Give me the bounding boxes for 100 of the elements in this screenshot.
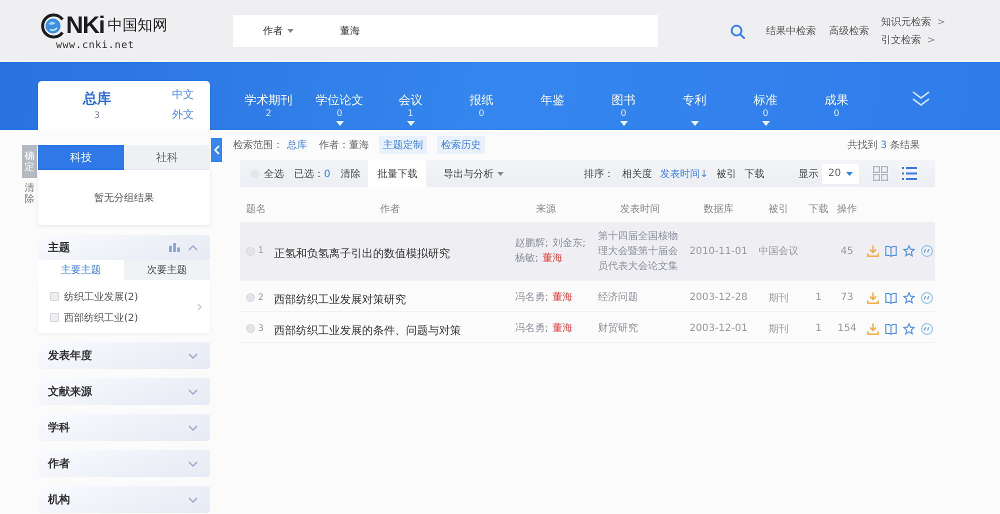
total-library-tab[interactable]: 总库 3: [38, 81, 156, 130]
publish-date: 2010-11-01: [689, 246, 748, 256]
header-link[interactable]: 高级检索: [829, 24, 869, 38]
title-link[interactable]: 西部纺织工业发展的条件、问题与对策: [274, 324, 461, 337]
scope-link[interactable]: 主题定制: [379, 136, 427, 154]
column-header: 被引: [768, 202, 790, 216]
search-input[interactable]: 董海: [338, 15, 658, 47]
facet-header[interactable]: 发表年度: [38, 342, 210, 369]
title-link[interactable]: 西部纺织工业发展对策研究: [274, 293, 406, 306]
author-link[interactable]: 董海: [552, 323, 572, 334]
quote-icon[interactable]: [921, 245, 933, 257]
facet-subtab[interactable]: 主要主题: [38, 260, 124, 280]
checkbox-icon[interactable]: [50, 313, 59, 322]
star-icon[interactable]: [903, 322, 915, 334]
result-row[interactable]: 1 正氢和负氢离子引出的数值模拟研究 赵鹏辉; 刘金东; 杨敏; 董海 第十四届全国核物理大会暨第十届会员代表大会论文集 2010-11-01 中国会议 45: [240, 222, 935, 281]
clear-button[interactable]: 清除: [22, 178, 37, 210]
header-link[interactable]: 结果中检索: [766, 24, 816, 38]
double-chevron-down-icon[interactable]: [912, 91, 930, 107]
toolbar-button[interactable]: 批量下载: [368, 160, 426, 187]
database-tab[interactable]: 会议 1: [375, 62, 446, 130]
checkbox-icon[interactable]: [50, 292, 59, 301]
grid-view-icon[interactable]: [873, 166, 888, 181]
group-tab[interactable]: 科技: [38, 145, 124, 170]
row-checkbox-icon[interactable]: [246, 324, 255, 333]
author-link[interactable]: 冯名勇;: [515, 323, 548, 334]
column-header: 下载: [808, 202, 830, 216]
author-link[interactable]: 杨敏;: [515, 253, 538, 264]
clear-link[interactable]: 清除: [340, 166, 360, 180]
caret-icon: [846, 172, 853, 176]
source-link[interactable]: 第十四届全国核物理大会暨第十届会员代表大会论文集: [598, 228, 685, 274]
database-tab[interactable]: 图书 0: [588, 62, 659, 130]
header-link[interactable]: 引文检索 >: [881, 33, 936, 47]
sort-option[interactable]: 相关度: [622, 166, 652, 180]
scope-label: 检索范围：: [233, 138, 283, 152]
search-field-select[interactable]: 作者: [233, 15, 338, 47]
column-header: 来源: [535, 202, 557, 216]
database-tab[interactable]: 学术期刊 2: [233, 62, 304, 130]
result-row[interactable]: 2 西部纺织工业发展对策研究 冯名勇; 董海 经济问题 2003-12-28 期刊 1 73: [240, 284, 935, 312]
result-summary: 共找到 3 条结果: [847, 138, 920, 152]
facet-header[interactable]: 作者: [38, 450, 210, 477]
publish-date: 2003-12-28: [689, 292, 748, 303]
group-tab[interactable]: 社科: [124, 145, 210, 170]
globe-logo-icon: [40, 12, 66, 38]
star-icon[interactable]: [903, 245, 915, 257]
facet-subtab[interactable]: 次要主题: [124, 260, 210, 280]
author-link[interactable]: 赵鹏辉;: [515, 238, 548, 249]
quote-icon[interactable]: [921, 322, 933, 334]
facet-header[interactable]: 主题: [38, 235, 210, 260]
read-book-icon[interactable]: [885, 292, 897, 304]
star-icon[interactable]: [903, 292, 915, 304]
facet-option[interactable]: 西部纺织工业(2): [50, 307, 197, 328]
facet-option[interactable]: 纺织工业发展(2): [50, 286, 197, 307]
database-tab[interactable]: 报纸 0: [446, 62, 517, 130]
author-link[interactable]: 董海: [542, 253, 562, 264]
row-checkbox-icon[interactable]: [246, 246, 255, 256]
facet-header[interactable]: 学科: [38, 414, 210, 441]
database-tab[interactable]: 专利: [659, 62, 730, 130]
page-size-select[interactable]: 20: [822, 164, 859, 184]
column-header: 题名: [245, 203, 267, 216]
result-row[interactable]: 3 西部纺织工业发展的条件、问题与对策 冯名勇; 董海 财贸研究 2003-12-01 期刊 1 154: [240, 315, 935, 343]
quote-icon[interactable]: [921, 292, 933, 304]
author-link[interactable]: 董海: [552, 292, 572, 303]
language-link[interactable]: 中文: [172, 86, 194, 102]
row-checkbox-icon[interactable]: [246, 293, 255, 302]
chevron-right-icon[interactable]: [197, 303, 202, 311]
language-link[interactable]: 外文: [172, 106, 194, 122]
database-tab[interactable]: 学位论文 0: [304, 62, 375, 130]
selected-count-text: 已选：0: [294, 168, 330, 180]
select-all-checkbox[interactable]: 全选: [250, 166, 284, 180]
list-view-icon[interactable]: [902, 166, 917, 181]
scope-value[interactable]: 总库: [287, 138, 307, 152]
read-book-icon[interactable]: [885, 322, 897, 334]
publish-date: 2003-12-01: [689, 323, 748, 334]
sort-option[interactable]: 发表时间↓: [660, 166, 708, 180]
author-link[interactable]: 冯名勇;: [515, 292, 548, 303]
download-icon[interactable]: [867, 292, 879, 304]
download-count: 154: [837, 323, 857, 334]
download-icon[interactable]: [867, 322, 879, 334]
column-header: 作者: [379, 202, 401, 216]
collapse-panel-button[interactable]: [211, 138, 222, 162]
header-link[interactable]: 知识元检索 >: [881, 15, 946, 29]
database-tab[interactable]: 成果 0: [801, 62, 872, 130]
facet-header[interactable]: 机构: [38, 486, 210, 513]
scope-link[interactable]: 检索历史: [437, 136, 485, 154]
sort-option[interactable]: 下载: [744, 166, 764, 180]
database-tab[interactable]: 标准 0: [730, 62, 801, 130]
database-tab[interactable]: 年鉴: [517, 62, 588, 130]
source-link[interactable]: 财贸研究: [598, 321, 685, 336]
read-book-icon[interactable]: [885, 245, 897, 257]
toolbar-button[interactable]: 导出与分析: [434, 160, 514, 187]
empty-group-message: 暂无分组结果: [94, 192, 154, 204]
cited-count: 1: [815, 292, 822, 303]
title-link[interactable]: 正氢和负氢离子引出的数值模拟研究: [274, 246, 450, 260]
download-icon[interactable]: [867, 245, 879, 257]
author-link[interactable]: 刘金东;: [552, 238, 586, 249]
sort-option[interactable]: 被引: [716, 166, 736, 180]
search-icon[interactable]: [730, 24, 745, 38]
source-link[interactable]: 经济问题: [598, 290, 685, 305]
bar-chart-icon[interactable]: [169, 243, 180, 252]
facet-header[interactable]: 文献来源: [38, 378, 210, 405]
